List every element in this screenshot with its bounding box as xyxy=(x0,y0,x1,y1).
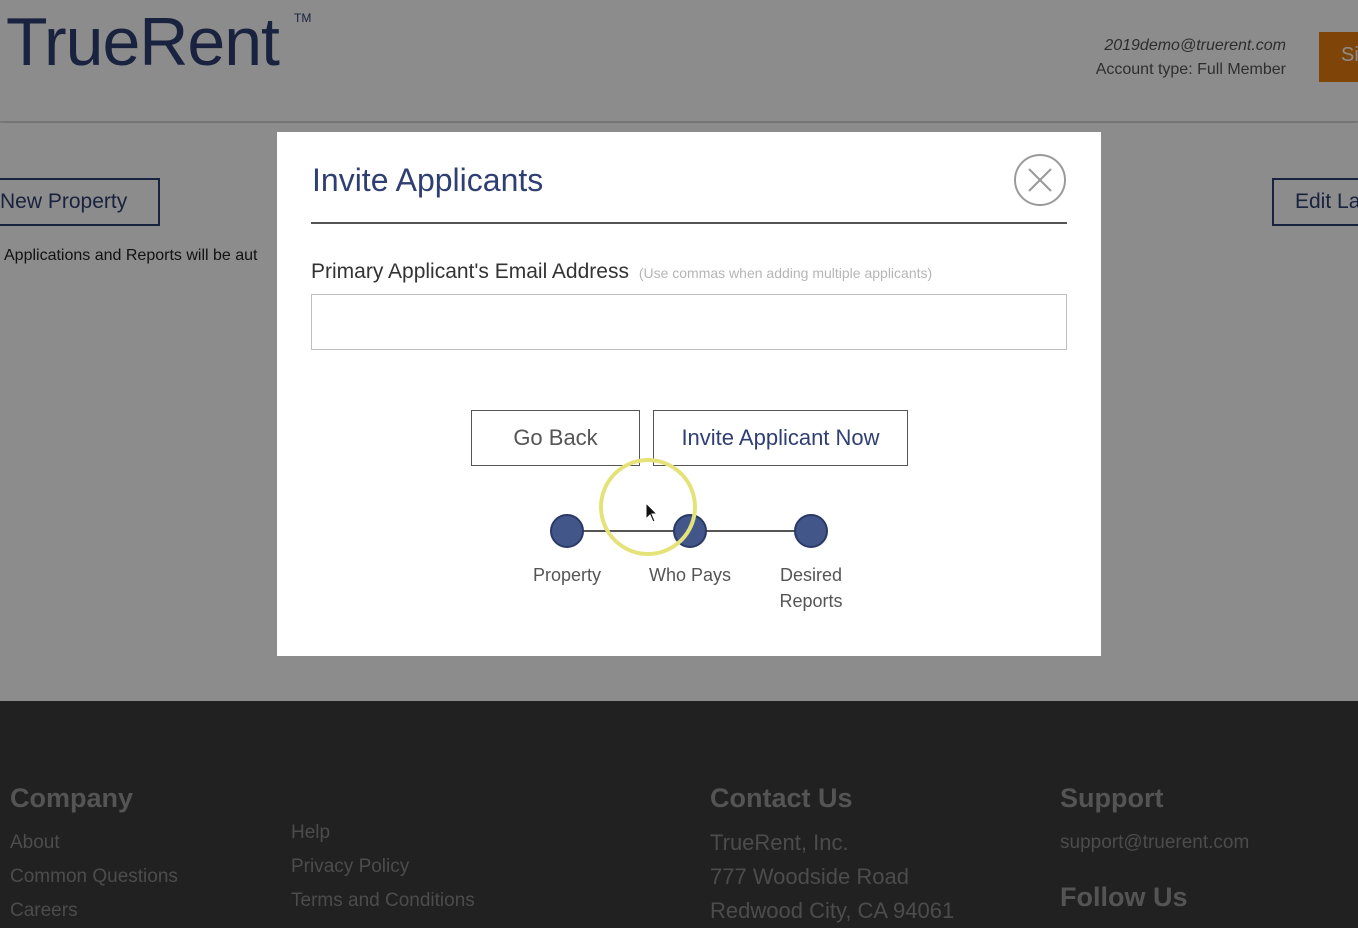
step-label-property: Property xyxy=(532,565,602,585)
cursor-icon xyxy=(645,502,659,523)
email-field-label: Primary Applicant's Email Address (Use c… xyxy=(311,260,932,284)
title-divider xyxy=(311,222,1067,224)
step-dot-desired-reports[interactable] xyxy=(794,514,828,548)
go-back-button[interactable]: Go Back xyxy=(471,410,640,466)
step-label-line: Desired xyxy=(779,565,843,585)
step-dot-property[interactable] xyxy=(550,514,584,548)
email-label-text: Primary Applicant's Email Address xyxy=(311,260,629,283)
step-label-line: Reports xyxy=(779,591,843,611)
close-button[interactable] xyxy=(1014,154,1066,206)
invite-applicant-now-button[interactable]: Invite Applicant Now xyxy=(653,410,908,466)
step-connector xyxy=(691,530,811,532)
step-label-desired-reports: Desired Reports xyxy=(751,562,871,614)
modal-title: Invite Applicants xyxy=(312,162,544,198)
step-label-who-pays: Who Pays xyxy=(648,565,732,585)
close-icon xyxy=(1028,168,1052,192)
email-field[interactable] xyxy=(311,294,1067,350)
invite-applicants-modal: Invite Applicants Primary Applicant's Em… xyxy=(277,132,1101,656)
email-hint: (Use commas when adding multiple applica… xyxy=(638,265,933,281)
